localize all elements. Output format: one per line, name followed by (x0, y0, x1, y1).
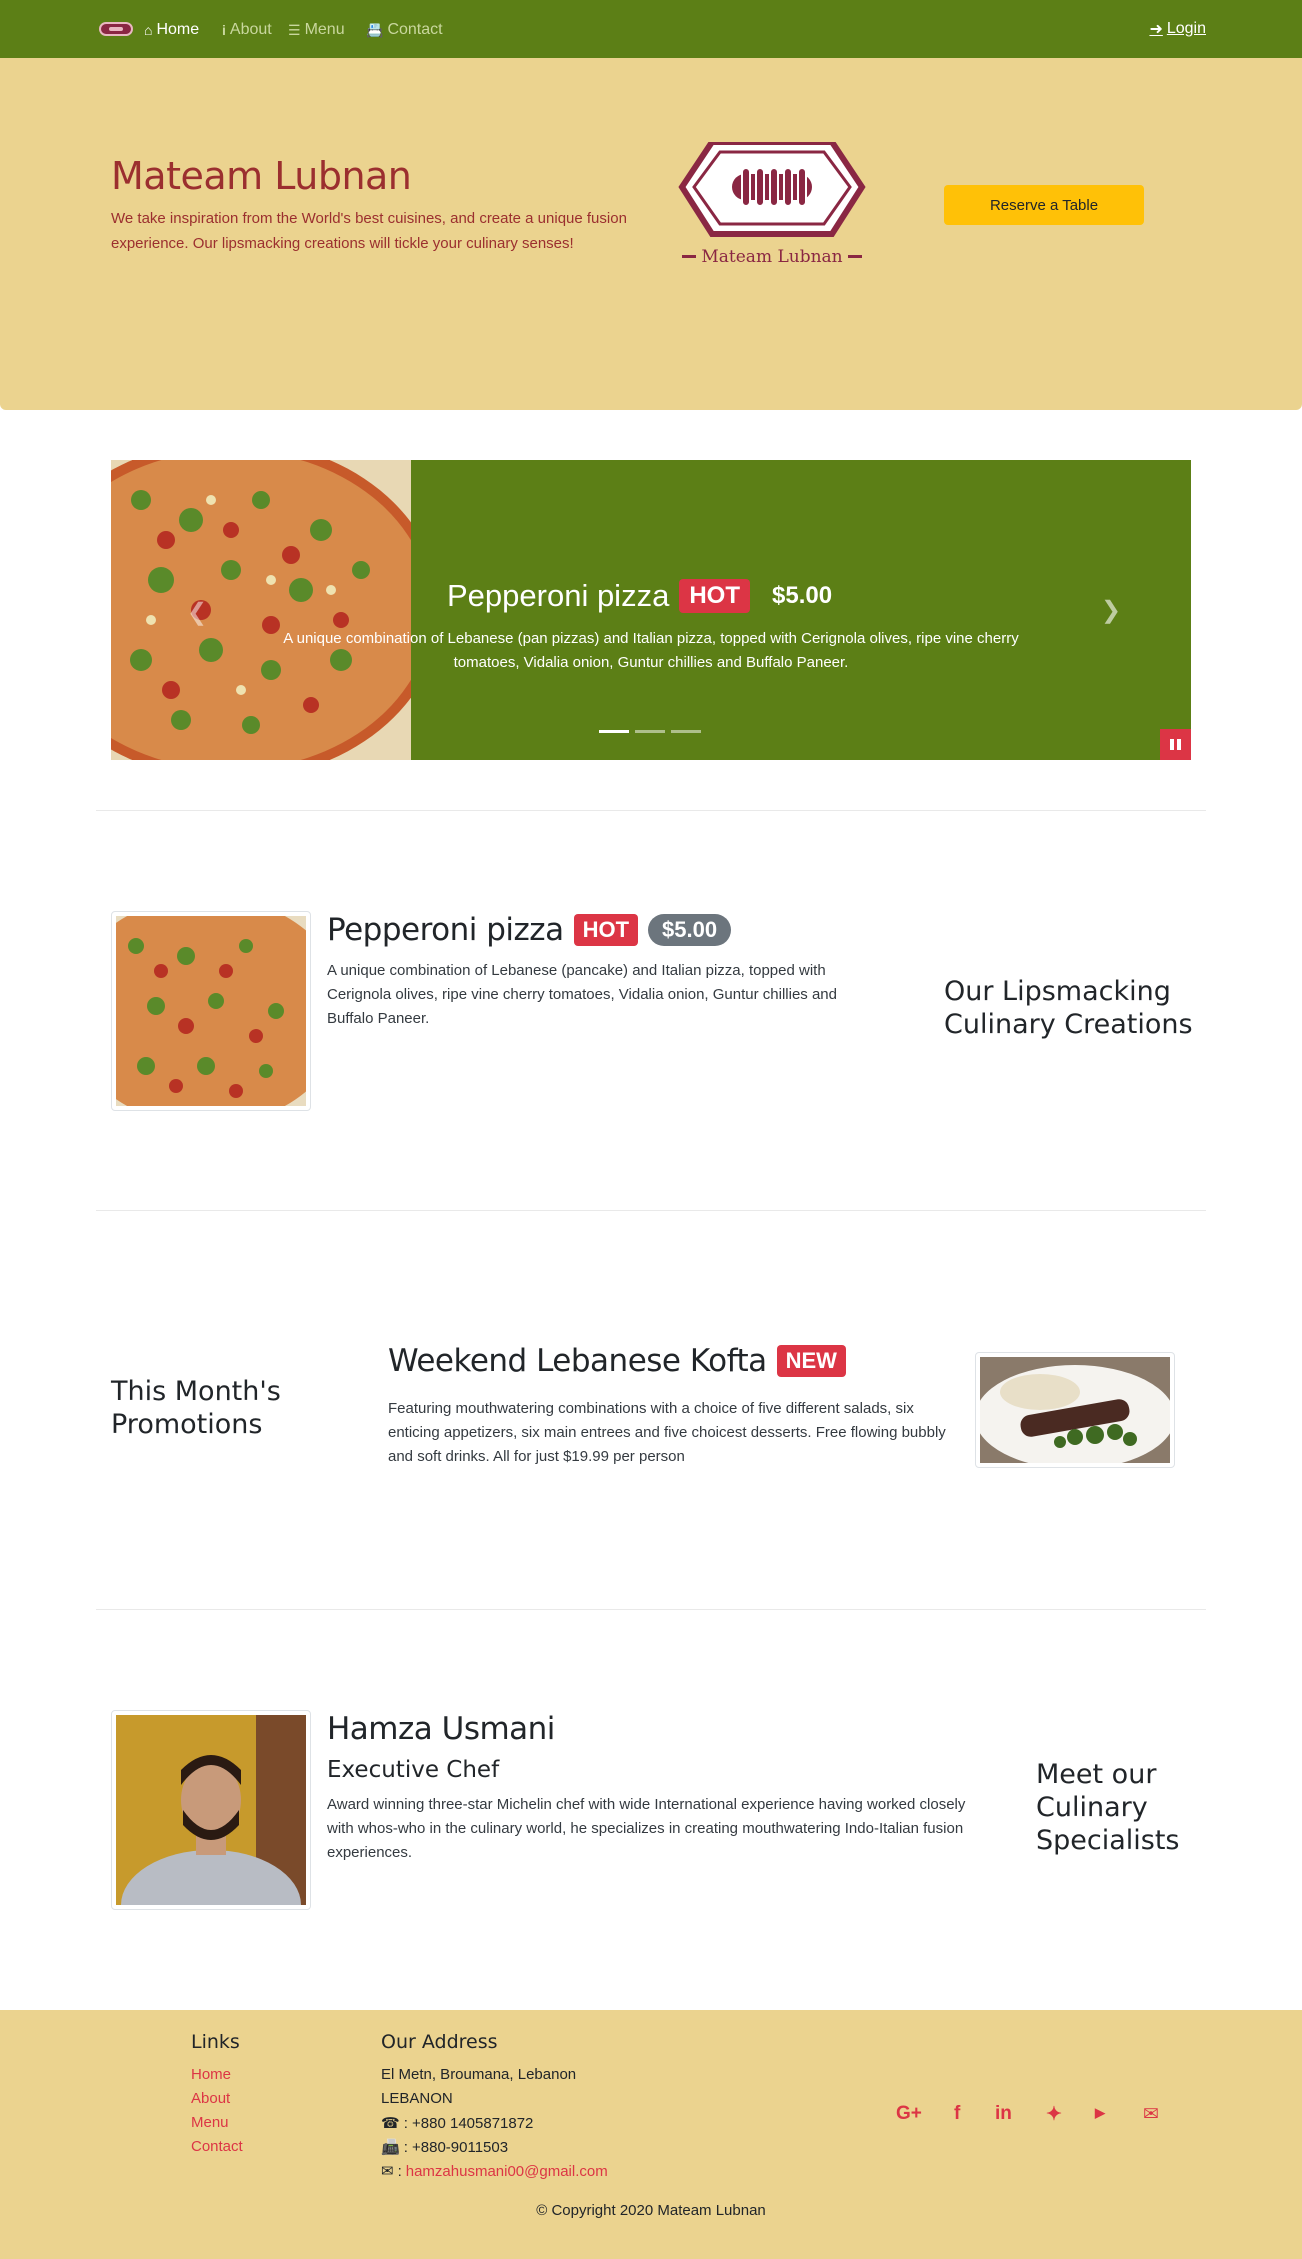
section-divider (96, 1609, 1206, 1610)
phone-number: : +880 1405871872 (403, 2114, 534, 2132)
carousel-next-icon[interactable]: ❯ (1101, 596, 1121, 625)
restaurant-logo: Mateam Lubnan (678, 142, 866, 267)
google-plus-icon[interactable]: G+ (896, 2103, 922, 2125)
footer-email: ✉ : hamzahusmani00@gmail.com (381, 2162, 608, 2181)
carousel-pizza-image (111, 460, 411, 760)
footer-link-about[interactable]: About (191, 2090, 230, 2107)
copyright: © Copyright 2020 Mateam Lubnan (536, 2202, 766, 2219)
site-title: Mateam Lubnan (111, 154, 412, 198)
navbar: ⌂ Home i About ☰ Menu 📇 Contact ➜ Login (0, 0, 1302, 58)
address-line-2: LEBANON (381, 2090, 453, 2107)
facebook-icon[interactable]: f (954, 2103, 960, 2125)
chef-thumbnail (111, 1710, 311, 1910)
chef-description: Award winning three-star Michelin chef w… (327, 1796, 966, 1861)
promo-title-row: Weekend Lebanese Kofta NEW (388, 1343, 846, 1379)
nav-contact[interactable]: 📇 Contact (366, 19, 443, 41)
carousel-pause-button[interactable] (1160, 729, 1191, 760)
dish-pizza-image (116, 916, 306, 1106)
nav-about-label: About (229, 21, 272, 38)
carousel-price: $5.00 (772, 582, 833, 609)
chef-role: Executive Chef (327, 1757, 500, 1783)
carousel: Pepperoni pizza HOT $5.00 A unique combi… (111, 460, 1191, 760)
dish-thumbnail (111, 911, 311, 1111)
kofta-image (980, 1357, 1170, 1463)
creations-heading: Our Lipsmacking Culinary Creations (944, 976, 1193, 1040)
nav-contact-label: Contact (387, 21, 443, 38)
pause-icon (1170, 739, 1174, 750)
chef-photo (116, 1715, 306, 1905)
youtube-icon[interactable]: ▶ (1095, 2105, 1105, 2121)
promo-thumbnail (975, 1352, 1175, 1468)
email-colon: : (397, 2162, 402, 2180)
promo-description: Featuring mouthwatering combinations wit… (388, 1400, 946, 1465)
info-icon: i (222, 22, 226, 38)
login-label: Login (1166, 20, 1206, 37)
carousel-dish-name: Pepperoni pizza (447, 578, 670, 613)
fax-icon: 📠 (381, 2139, 400, 2156)
footer-link-menu[interactable]: Menu (191, 2114, 229, 2131)
nav-about[interactable]: i About (222, 19, 272, 41)
footer-link-contact[interactable]: Contact (191, 2138, 243, 2155)
carousel-caption-title: Pepperoni pizza HOT $5.00 (447, 578, 832, 614)
pause-icon-bar (1177, 739, 1181, 750)
promo-name: Weekend Lebanese Kofta (388, 1343, 767, 1379)
footer-phone: ☎ : +880 1405871872 (381, 2114, 534, 2133)
footer-links-heading: Links (191, 2031, 240, 2053)
login-link[interactable]: ➜ Login (1149, 19, 1206, 39)
section-divider (96, 1210, 1206, 1211)
site-tagline: We take inspiration from the World's bes… (111, 210, 627, 252)
email-link[interactable]: hamzahusmani00@gmail.com (406, 2163, 608, 2180)
phone-icon: ☎ (381, 2115, 400, 2132)
brand-logo-icon[interactable] (99, 22, 133, 36)
promotions-heading: This Month's Promotions (111, 1376, 281, 1440)
carousel-description: A unique combination of Lebanese (pan pi… (283, 630, 1019, 671)
address-line-1: El Metn, Broumana, Lebanon (381, 2066, 577, 2083)
carousel-indicator-2[interactable] (635, 730, 665, 733)
carousel-indicator-3[interactable] (671, 730, 701, 733)
sign-in-icon: ➜ (1149, 21, 1163, 38)
nav-home[interactable]: ⌂ Home (144, 19, 199, 41)
carousel-indicators (599, 730, 701, 733)
fax-number: : +880-9011503 (403, 2138, 509, 2156)
dish-hot-badge: HOT (573, 914, 639, 946)
list-icon: ☰ (288, 21, 301, 38)
carousel-hot-badge: HOT (679, 579, 750, 613)
dish-price-badge: $5.00 (648, 914, 732, 946)
nav-menu[interactable]: ☰ Menu (288, 19, 345, 41)
dish-title-row: Pepperoni pizza HOT $5.00 (327, 912, 732, 948)
chef-name: Hamza Usmani (327, 1711, 555, 1747)
specialists-heading: Meet our Culinary Specialists (1036, 1759, 1180, 1856)
jumbotron: Mateam Lubnan We take inspiration from t… (0, 58, 1302, 410)
logo-text: Mateam Lubnan (701, 247, 842, 267)
carousel-indicator-1[interactable] (599, 730, 629, 733)
section-divider (96, 810, 1206, 811)
chef-name-row: Hamza Usmani (327, 1711, 555, 1747)
promo-new-badge: NEW (776, 1345, 846, 1377)
nav-menu-label: Menu (304, 21, 345, 38)
carousel-prev-icon[interactable]: ❮ (187, 598, 207, 627)
linkedin-icon[interactable]: in (995, 2103, 1012, 2125)
nav-home-label: Home (156, 21, 200, 38)
envelope-icon: ✉ (381, 2163, 394, 2180)
home-icon: ⌂ (144, 22, 153, 38)
mail-icon[interactable]: ✉ (1143, 2103, 1159, 2126)
reserve-table-button[interactable]: Reserve a Table (944, 185, 1144, 225)
address-card-icon: 📇 (366, 21, 384, 38)
twitter-icon[interactable]: ✦ (1046, 2103, 1062, 2126)
footer-address-heading: Our Address (381, 2031, 498, 2053)
footer-fax: 📠 : +880-9011503 (381, 2138, 509, 2157)
dish-name: Pepperoni pizza (327, 912, 564, 948)
footer-link-home[interactable]: Home (191, 2066, 231, 2083)
dish-description: A unique combination of Lebanese (pancak… (327, 962, 837, 1027)
